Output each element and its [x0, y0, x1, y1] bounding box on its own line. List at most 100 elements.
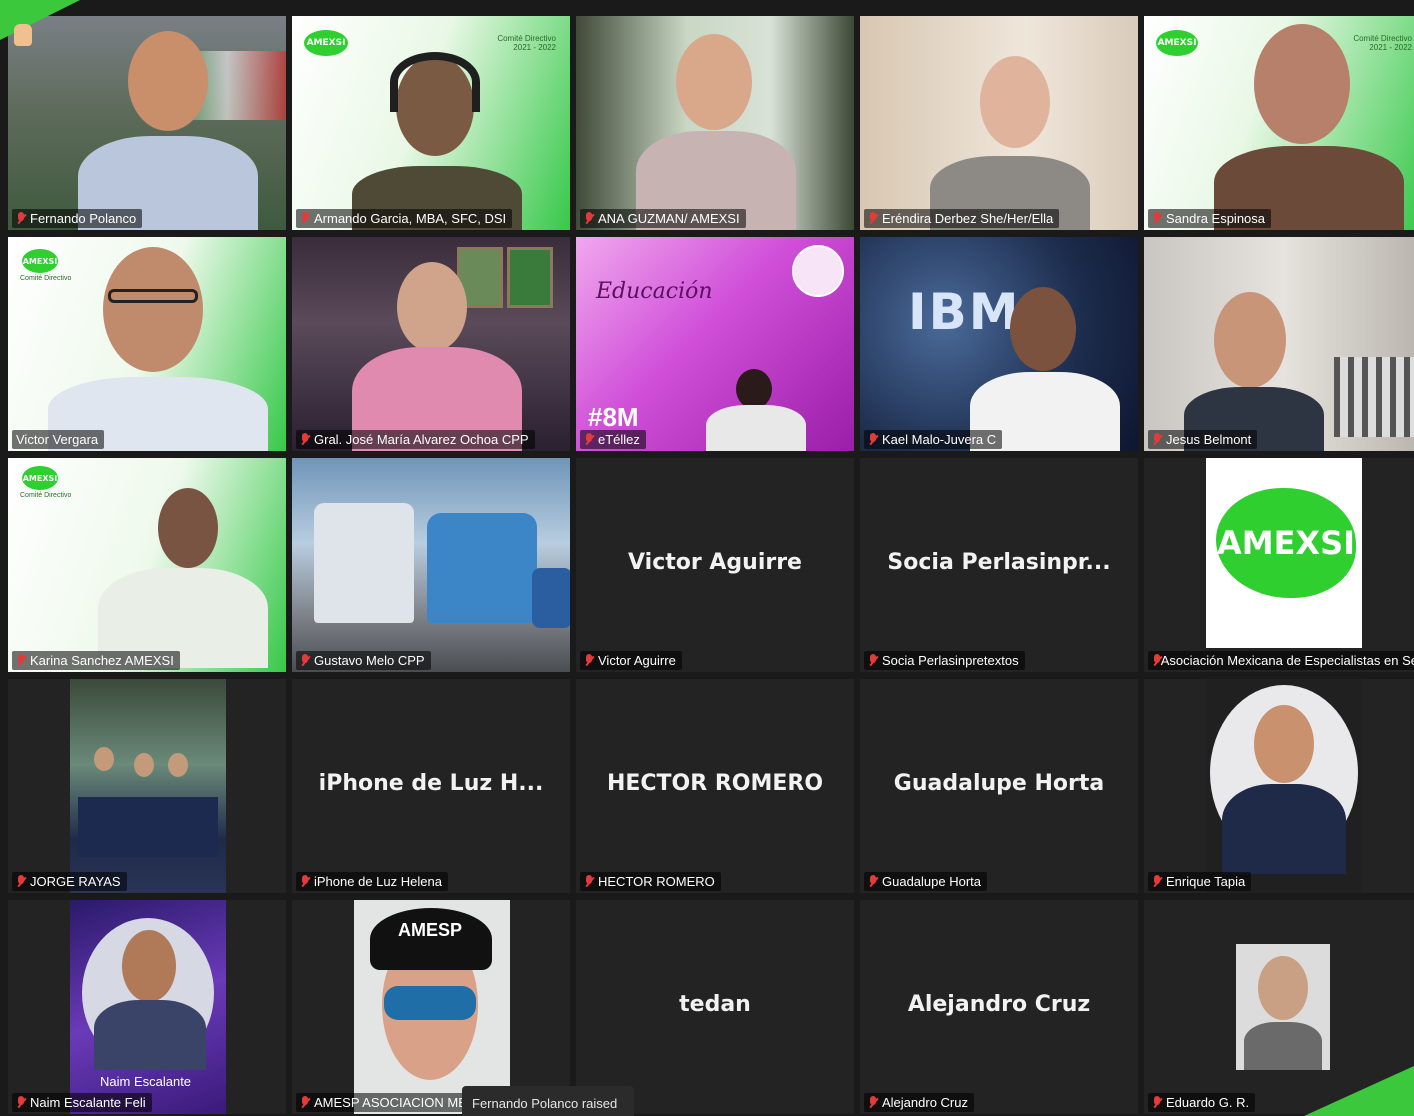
banner-text: Comité Directivo 2021 - 2022 [1353, 34, 1412, 52]
mic-muted-icon [868, 433, 878, 446]
participant-shirt [94, 1000, 206, 1070]
participant-tile[interactable]: IBM Kael Malo-Juvera C [860, 237, 1138, 451]
participant-name-label: eTéllez [580, 430, 646, 449]
profile-picture [70, 679, 226, 893]
mic-muted-icon [584, 433, 594, 446]
participant-tile[interactable]: Alejandro Cruz Alejandro Cruz [860, 900, 1138, 1114]
mic-muted-icon [300, 875, 310, 888]
participant-face [1258, 956, 1308, 1020]
participant-tile[interactable]: Gral. José María Alvarez Ochoa CPP [292, 237, 570, 451]
mic-muted-icon [584, 654, 594, 667]
participant-display-name: Guadalupe Horta [893, 771, 1105, 796]
participant-tile[interactable]: Socia Perlasinpr... Socia Perlasinpretex… [860, 458, 1138, 672]
participant-shirt [706, 405, 806, 451]
participant-tile[interactable]: Educación #8M eTéllez [576, 237, 854, 451]
participant-name-label: Victor Vergara [12, 430, 105, 449]
cap-text: AMESP [398, 920, 463, 940]
bookshelf [1334, 357, 1414, 437]
participant-face [397, 262, 467, 352]
participant-tile[interactable]: tedan [576, 900, 854, 1114]
participant-name-label: Socia Perlasinpretextos [864, 651, 1025, 670]
mic-muted-icon [868, 1096, 878, 1109]
participant-name-label: Sandra Espinosa [1148, 209, 1272, 228]
participant-name-label: Karina Sanchez AMEXSI [12, 651, 180, 670]
poster-emblem-icon [792, 245, 844, 297]
participant-tile[interactable]: HECTOR ROMERO HECTOR ROMERO [576, 679, 854, 893]
participant-face [1254, 705, 1314, 783]
participant-face [736, 369, 772, 409]
truck-image [532, 568, 570, 628]
participant-face [122, 930, 176, 1002]
participant-tile[interactable]: Gustavo Melo CPP [292, 458, 570, 672]
participant-display-name: Victor Aguirre [628, 550, 802, 575]
amexsi-logo: AMEXSI [22, 249, 58, 273]
participant-name-label: Victor Aguirre [580, 651, 682, 670]
participant-tile[interactable]: Victor Aguirre Victor Aguirre [576, 458, 854, 672]
participant-name-label: Kael Malo-Juvera C [864, 430, 1003, 449]
participant-tile[interactable]: AMESP AMESP ASOCIACION MEX [292, 900, 570, 1114]
video-gallery: Fernando Polanco AMEXSI Comité Directivo… [8, 16, 1414, 1116]
participant-name-label: Eduardo G. R. [1148, 1093, 1256, 1112]
hand-raised-notification[interactable]: Fernando Polanco raised [462, 1086, 634, 1116]
participant-name-label: iPhone de Luz Helena [296, 872, 448, 891]
poster-hashtag: #8M [588, 402, 639, 432]
participant-name-label: Eréndira Derbez She/Her/Ella [864, 209, 1060, 228]
participant-tile[interactable]: AMEXSI Comité Directivo 2021 - 2022 Arman… [292, 16, 570, 230]
participant-tile[interactable]: Fernando Polanco [8, 16, 286, 230]
mic-muted-icon [300, 212, 310, 225]
mic-muted-icon [868, 654, 878, 667]
poster-script-text: Educación [596, 279, 713, 304]
raised-hand-icon [14, 24, 32, 46]
mic-muted-icon [16, 212, 26, 225]
brand-corner-accent [0, 0, 80, 40]
amexsi-logo: AMEXSI [22, 466, 58, 490]
participant-tile[interactable]: Eréndira Derbez She/Her/Ella [860, 16, 1138, 230]
participant-face [103, 247, 203, 372]
glasses-icon [108, 289, 198, 303]
amexsi-logo: AMEXSI [304, 30, 348, 56]
participant-face [1010, 287, 1076, 371]
participant-tile[interactable]: JORGE RAYAS [8, 679, 286, 893]
mic-muted-icon [584, 212, 594, 225]
participant-name-label: Naim Escalante Feli [12, 1093, 152, 1112]
participant-tile[interactable]: iPhone de Luz H... iPhone de Luz Helena [292, 679, 570, 893]
participant-name-label: Gral. José María Alvarez Ochoa CPP [296, 430, 535, 449]
participant-tile[interactable]: AMEXSI Comité Directivo Karina Sanchez A… [8, 458, 286, 672]
participant-tile[interactable]: AMEXSI Comité Directivo 2021 - 2022 Sandr… [1144, 16, 1414, 230]
mic-muted-icon [16, 654, 26, 667]
participant-name-label: Alejandro Cruz [864, 1093, 974, 1112]
banner-text: Comité Directivo [20, 275, 72, 282]
sunglasses-icon [384, 986, 476, 1020]
avatar-caption: Naim Escalante [100, 1074, 192, 1089]
participant-tile[interactable]: ANA GUZMAN/ AMEXSI [576, 16, 854, 230]
participant-shirt [1222, 784, 1346, 874]
participant-tile[interactable]: AMEXSI Asociación Mexicana de Especialis… [1144, 458, 1414, 672]
participant-name-label: Enrique Tapia [1148, 872, 1252, 891]
mic-muted-icon [300, 654, 310, 667]
participant-tile[interactable]: Jesus Belmont [1144, 237, 1414, 451]
mic-muted-icon [1152, 654, 1160, 667]
participant-face [1214, 292, 1286, 388]
participant-face [676, 34, 752, 130]
amexsi-logo: AMEXSI [1156, 30, 1198, 56]
participant-display-name: Alejandro Cruz [907, 992, 1091, 1017]
banner-text: Comité Directivo [20, 492, 72, 499]
participant-name-label: ANA GUZMAN/ AMEXSI [580, 209, 746, 228]
participant-tile[interactable]: Naim Escalante Naim Escalante Feli [8, 900, 286, 1114]
participant-face [980, 56, 1050, 148]
participant-face [168, 753, 188, 777]
participant-face [158, 488, 218, 568]
participant-tile[interactable]: Guadalupe Horta Guadalupe Horta [860, 679, 1138, 893]
wall-picture [507, 247, 553, 308]
mic-muted-icon [1152, 212, 1162, 225]
headphones-icon [390, 52, 480, 112]
ibm-logo: IBM [908, 283, 1021, 341]
mic-muted-icon [1152, 433, 1162, 446]
mic-muted-icon [16, 875, 26, 888]
participant-face [1254, 24, 1350, 144]
participant-tile[interactable]: Enrique Tapia [1144, 679, 1414, 893]
participant-name-label: Armando Garcia, MBA, SFC, DSI [296, 209, 513, 228]
participant-tile-active-speaker[interactable]: AMEXSI Comité Directivo Victor Vergara [8, 237, 286, 451]
participant-name-label: AMESP ASOCIACION MEX [296, 1093, 482, 1112]
participant-name-label: Fernando Polanco [12, 209, 143, 228]
